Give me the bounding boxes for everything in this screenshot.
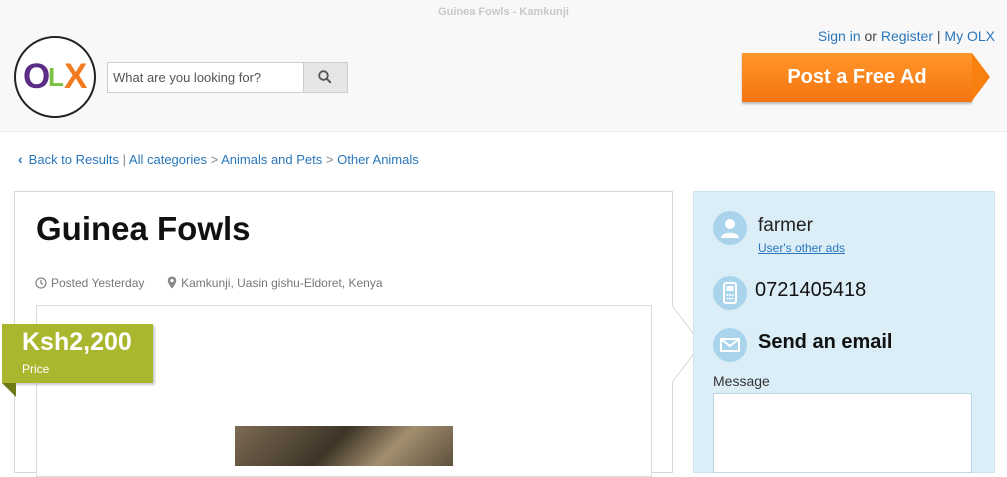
or-text: or [864,28,877,44]
send-email-heading: Send an email [758,331,893,353]
account-links: Sign in or Register | My OLX [818,28,995,44]
seller-phone[interactable]: 0721405418 [755,279,866,302]
logo-letter-l: L [48,62,64,92]
logo-letter-o: O [23,57,50,96]
post-free-ad-label: Post a Free Ad [787,66,927,88]
price-tag-fold [2,383,16,397]
price-amount: Ksh2,200 [22,328,132,356]
price-tag: Ksh2,200 Price [2,324,153,383]
breadcrumb-arrow: > [210,152,219,167]
envelope-icon [713,328,747,362]
ad-photo[interactable] [235,426,453,466]
ad-title: Guinea Fowls [36,210,251,247]
phone-icon [713,276,747,310]
posted-time: Posted Yesterday [51,276,145,290]
map-pin-icon [167,276,177,289]
search-button[interactable] [303,63,347,92]
sign-in-link[interactable]: Sign in [818,28,861,44]
olx-logo[interactable]: O L X [14,36,96,118]
window-title: Guinea Fowls - Kamkunji [438,6,569,18]
breadcrumb-all-categories[interactable]: All categories [129,152,207,167]
logo-letter-x: X [64,57,88,96]
clock-icon [35,277,47,289]
link-separator: | [936,28,941,44]
ad-location: Kamkunji, Uasin gishu-Eldoret, Kenya [181,276,383,290]
seller-name: farmer [758,215,813,236]
breadcrumb-pipe: | [122,152,127,167]
message-textarea[interactable] [713,393,972,473]
post-free-ad-button[interactable]: Post a Free Ad [742,53,990,102]
back-to-results-link[interactable]: Back to Results [29,152,119,167]
breadcrumb: ‹ Back to Results | All categories > Anim… [18,151,419,167]
user-icon [713,211,747,245]
ad-meta: Posted Yesterday Kamkunji, Uasin gishu-E… [35,276,383,290]
site-header: Guinea Fowls - Kamkunji O L X Sign in or… [0,0,1007,132]
breadcrumb-animals-and-pets[interactable]: Animals and Pets [221,152,322,167]
search-bar [107,62,348,93]
search-icon [318,70,332,84]
breadcrumb-arrow: > [325,152,334,167]
register-link[interactable]: Register [881,28,933,44]
my-olx-link[interactable]: My OLX [944,28,995,44]
chevron-left-icon: ‹ [18,151,23,167]
seller-panel: farmer User's other ads 0721405418 Send … [693,191,995,473]
search-input[interactable] [108,63,316,92]
price-label: Price [22,362,50,376]
users-other-ads-link[interactable]: User's other ads [758,241,845,255]
breadcrumb-other-animals[interactable]: Other Animals [337,152,419,167]
message-label: Message [713,373,770,389]
